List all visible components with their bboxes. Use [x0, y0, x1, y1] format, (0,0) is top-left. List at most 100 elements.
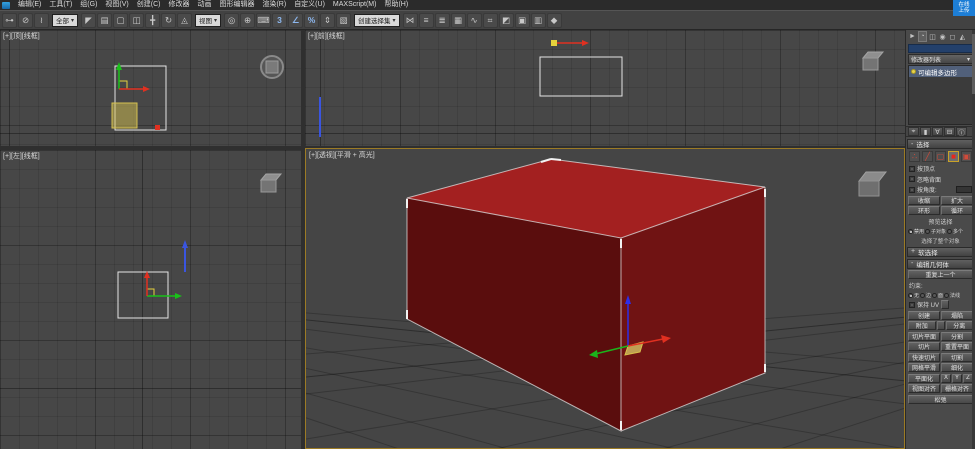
ignore-backfacing-checkbox[interactable] [909, 176, 915, 182]
use-pivot-point-center-icon[interactable]: ◎ [224, 13, 239, 28]
menu-create[interactable]: 创建(C) [133, 0, 165, 10]
menu-views[interactable]: 视图(V) [101, 0, 132, 10]
viewcube[interactable] [859, 172, 886, 196]
menu-tools[interactable]: 工具(T) [45, 0, 76, 10]
tab-display[interactable]: ◻ [948, 31, 957, 42]
left-viewport-canvas[interactable] [0, 150, 301, 449]
bind-to-space-warp-icon[interactable]: ≀ [34, 13, 49, 28]
preview-multiple-radio[interactable] [947, 229, 952, 234]
menu-modifiers[interactable]: 修改器 [164, 0, 193, 10]
angle-snap-icon[interactable]: ∠ [288, 13, 303, 28]
menu-graph-editors[interactable]: 图形编辑器 [215, 0, 258, 10]
menu-customize[interactable]: 自定义(U) [290, 0, 329, 10]
object-name-field[interactable] [908, 44, 973, 53]
slice-plane-button[interactable]: 切片平面 [908, 332, 940, 341]
menu-edit[interactable]: 编辑(E) [14, 0, 45, 10]
online-badge[interactable]: 在线 上传 [953, 0, 975, 16]
select-and-rotate-icon[interactable]: ↻ [161, 13, 176, 28]
viewport-label-perspective[interactable]: [+][透视][平滑 + 高光] [309, 150, 375, 160]
pin-stack-icon[interactable]: ⌖ [908, 127, 919, 136]
front-viewport-canvas[interactable] [305, 30, 905, 146]
gizmo-plane-handle[interactable] [119, 81, 127, 89]
edge-mode-icon[interactable]: ╱ [922, 151, 933, 162]
selection-filter-dropdown[interactable]: 全部 ▾ [52, 14, 78, 27]
planar-button[interactable]: 平面化 [908, 374, 940, 383]
unlink-selection-icon[interactable]: ⊘ [18, 13, 33, 28]
constraint-none-radio[interactable] [908, 293, 913, 298]
snap-toggle-3d-icon[interactable]: 3 [272, 13, 287, 28]
viewport-label-front[interactable]: [+][前][线框] [308, 31, 345, 41]
preview-subobj-radio[interactable] [925, 229, 930, 234]
constraint-face-radio[interactable] [932, 293, 937, 298]
grid-align-button[interactable]: 栅格对齐 [941, 384, 973, 393]
attach-list-button[interactable] [937, 321, 945, 330]
move-gizmo[interactable] [551, 40, 589, 46]
perspective-canvas[interactable] [306, 149, 905, 449]
keyboard-shortcut-override-icon[interactable]: ⌨ [256, 13, 271, 28]
rendered-frame-window-icon[interactable]: ▥ [531, 13, 546, 28]
window-crossing-icon[interactable]: ◫ [129, 13, 144, 28]
relax-button[interactable]: 松弛 [908, 395, 973, 404]
remove-modifier-icon[interactable]: ⊟ [944, 127, 955, 136]
tab-motion[interactable]: ◉ [938, 31, 947, 42]
by-angle-checkbox[interactable] [909, 187, 915, 193]
preserve-uv-checkbox[interactable] [909, 302, 915, 308]
slice-button[interactable]: 切片 [908, 342, 940, 351]
reset-plane-button[interactable]: 重置平面 [941, 342, 973, 351]
named-selection-sets-dropdown[interactable]: 创建选择集 ▾ [354, 14, 400, 27]
create-button[interactable]: 创建 [908, 311, 940, 320]
schematic-view-icon[interactable]: ⌗ [483, 13, 498, 28]
select-and-scale-icon[interactable]: ◬ [177, 13, 192, 28]
tab-modify[interactable]: ◔ [918, 31, 927, 42]
vertex-mode-icon[interactable]: ∴ [909, 151, 920, 162]
rollout-edit-geometry[interactable]: - 编辑几何体 [907, 259, 974, 269]
by-angle-spinner[interactable] [956, 186, 972, 193]
cut-button[interactable]: 切割 [941, 353, 973, 362]
preview-disable-radio[interactable] [908, 229, 913, 234]
app-icon[interactable] [2, 2, 10, 9]
gizmo-plane-handle[interactable] [147, 289, 154, 296]
loop-button[interactable]: 循环 [941, 206, 973, 215]
viewport-front[interactable]: [+][前][线框] [305, 30, 905, 146]
viewport-label-top[interactable]: [+][顶][线框] [3, 31, 40, 41]
tab-create[interactable]: ► [908, 31, 917, 42]
viewcube[interactable] [863, 52, 883, 70]
repeat-last-button[interactable]: 重复上一个 [908, 270, 973, 279]
tab-utilities[interactable]: ◭ [958, 31, 967, 42]
msmooth-button[interactable]: 网格平滑 [908, 363, 940, 372]
select-and-move-icon[interactable]: ╋ [145, 13, 160, 28]
rollout-selection[interactable]: - 选择 [907, 139, 974, 149]
select-and-manipulate-icon[interactable]: ⊕ [240, 13, 255, 28]
viewport-left[interactable]: [+][左][线框] [0, 150, 301, 449]
split-button[interactable]: 分割 [941, 332, 973, 341]
modifier-list-dropdown[interactable]: 修改器列表 ▾ [908, 54, 973, 64]
element-mode-icon[interactable]: ▣ [961, 151, 972, 162]
select-by-name-icon[interactable]: ▤ [97, 13, 112, 28]
spinner-snap-icon[interactable]: ⇕ [320, 13, 335, 28]
tessellate-button[interactable]: 细化 [941, 363, 973, 372]
quickslice-button[interactable]: 快速切片 [908, 353, 940, 362]
menu-group[interactable]: 组(G) [76, 0, 101, 10]
edit-named-selection-sets-icon[interactable]: ▧ [336, 13, 351, 28]
wireframe-rectangle[interactable] [118, 272, 168, 318]
menu-maxscript[interactable]: MAXScript(M) [329, 0, 381, 10]
make-unique-icon[interactable]: ∀ [932, 127, 943, 136]
wireframe-rectangle[interactable] [540, 57, 622, 96]
collapse-button[interactable]: 塌陷 [941, 311, 973, 320]
render-setup-icon[interactable]: ▣ [515, 13, 530, 28]
stack-item-editable-poly[interactable]: 可编辑多边形 [909, 66, 972, 77]
menu-animation[interactable]: 动画 [193, 0, 215, 10]
show-end-result-icon[interactable]: ▮ [920, 127, 931, 136]
viewcube[interactable] [261, 174, 281, 192]
constraint-edge-radio[interactable] [920, 293, 925, 298]
mirror-icon[interactable]: ⋈ [403, 13, 418, 28]
shrink-button[interactable]: 收缩 [908, 196, 940, 205]
box-front-face[interactable] [407, 198, 621, 431]
selected-face-highlight[interactable] [112, 103, 137, 128]
select-and-link-icon[interactable]: ⊶ [2, 13, 17, 28]
viewport-perspective[interactable]: [+][透视][平滑 + 高光] [305, 148, 905, 449]
configure-modifier-sets-icon[interactable]: ⓘ [956, 127, 967, 136]
gizmo-plane-handle[interactable] [551, 40, 557, 46]
viewport-label-left[interactable]: [+][左][线框] [3, 151, 40, 161]
rollout-soft-selection[interactable]: + 软选择 [907, 247, 974, 257]
